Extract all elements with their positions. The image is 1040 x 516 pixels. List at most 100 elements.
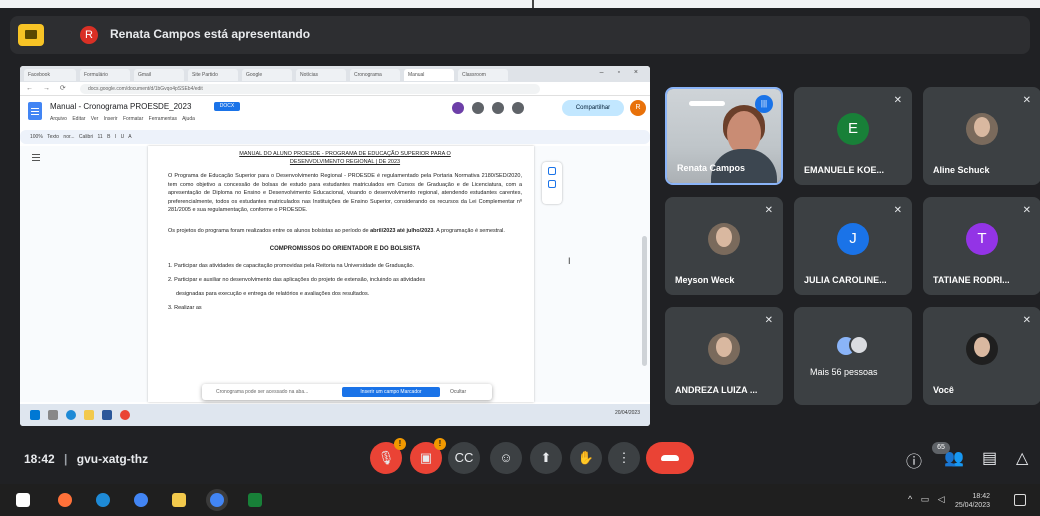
docs-logo-icon[interactable]	[28, 102, 42, 120]
leave-call-button[interactable]	[646, 442, 694, 474]
firefox-icon[interactable]	[58, 493, 72, 507]
doc-title[interactable]: Manual - Cronograma PROESDE_2023	[50, 102, 191, 111]
participant-tile[interactable]: ✕ Meyson Weck	[665, 197, 783, 295]
browser-tab[interactable]: Gmail	[134, 69, 184, 81]
notification-icon[interactable]	[1014, 494, 1026, 506]
text-cursor-icon: I	[568, 256, 571, 266]
share-button[interactable]: Compartilhar	[562, 100, 624, 116]
os-clock[interactable]: 18:42 25/04/2023	[955, 492, 990, 510]
popup-insert-button[interactable]: Inserir um campo Marcador	[342, 387, 440, 397]
doc-area: MANUAL DO ALUNO PROESDE - PROGRAMA DE ED…	[20, 146, 650, 402]
popup-dismiss-button[interactable]: Ocultar	[450, 384, 466, 400]
camera-toggle-button[interactable]: ▣!	[410, 438, 446, 474]
ceiling-light	[689, 101, 725, 106]
tray-icons[interactable]: ^ ▭ ◁	[908, 494, 948, 505]
doc-suggestion-popup: Cronograma pode ser acessado na aba... I…	[202, 384, 492, 400]
word-icon[interactable]	[102, 410, 112, 420]
outline-icon[interactable]	[32, 154, 40, 161]
doc-list-item: designadas para execução e entrega de re…	[176, 290, 370, 297]
more-options-button[interactable]: ⋮	[608, 442, 640, 474]
user-avatar[interactable]: R	[630, 100, 646, 116]
edge-icon[interactable]	[96, 493, 110, 507]
warning-badge-icon: !	[394, 438, 406, 450]
excel-icon[interactable]	[248, 493, 262, 507]
doc-text: Os projetos do programa foram realizados…	[168, 227, 369, 234]
doc-text: . A programação é semestral.	[433, 227, 505, 234]
avatar-stack	[837, 335, 873, 359]
chrome-icon[interactable]	[120, 410, 130, 420]
participant-tile[interactable]: ✕ T TATIANE RODRI...	[923, 197, 1040, 295]
avatar	[966, 113, 998, 145]
avatar	[849, 335, 869, 355]
separator: |	[64, 452, 68, 466]
participant-tile[interactable]: ✕ E EMANUELE KOE...	[794, 87, 912, 185]
avatar	[708, 223, 740, 255]
participant-tile[interactable]: ✕ Aline Schuck	[923, 87, 1040, 185]
doc-heading: MANUAL DO ALUNO PROESDE - PROGRAMA DE ED…	[239, 151, 451, 157]
suggest-edit-icon[interactable]	[548, 180, 556, 188]
doc-paragraph: O Programa de Educação Superior para o D…	[168, 173, 522, 214]
emoji-button[interactable]: ☺	[490, 442, 522, 474]
presenter-text: Renata Campos está apresentando	[110, 27, 311, 41]
browser-tab-active[interactable]: Manual	[404, 69, 454, 81]
more-participants-tile[interactable]: Mais 56 pessoas	[794, 307, 912, 405]
folder-icon[interactable]	[172, 493, 186, 507]
participant-tile[interactable]: ✕ J JULIA CAROLINE...	[794, 197, 912, 295]
participant-name: JULIA CAROLINE...	[804, 275, 887, 285]
presenter-bar: R Renata Campos está apresentando	[10, 16, 1030, 54]
doc-toolbar[interactable]: 100% Texto nor... Calibri 11 B I U A	[20, 130, 650, 144]
activities-icon[interactable]: △	[1016, 448, 1028, 468]
participant-tile-self[interactable]: ✕ Você	[923, 307, 1040, 405]
doc-heading-line2: DESENVOLVIMENTO REGIONAL | DE 2023	[289, 159, 401, 165]
info-icon[interactable]: ⓘ	[906, 448, 922, 472]
gemini-icon[interactable]	[452, 102, 464, 114]
doc-menu-bar[interactable]: Arquivo Editar Ver Inserir Formatar Ferr…	[50, 116, 195, 122]
browser-tab[interactable]: Google	[242, 69, 292, 81]
video-icon[interactable]	[512, 102, 524, 114]
history-icon[interactable]	[472, 102, 484, 114]
search-icon[interactable]	[48, 410, 58, 420]
people-count-badge: 65	[932, 442, 950, 454]
browser-tab[interactable]: Facebook	[24, 69, 76, 81]
folder-icon[interactable]	[18, 24, 44, 46]
os-date: 25/04/2023	[954, 502, 990, 509]
folder-icon[interactable]	[84, 410, 94, 420]
browser-tab[interactable]: Notícias	[296, 69, 346, 81]
doc-side-actions[interactable]	[542, 162, 562, 204]
people-icon[interactable]: 👥 65	[932, 442, 964, 468]
comment-icon[interactable]	[492, 102, 504, 114]
window-controls[interactable]: – ▫ ×	[600, 69, 644, 76]
shared-screen: Facebook Formulário Gmail Site Partido G…	[20, 66, 650, 426]
browser-tab[interactable]: Site Partido	[188, 69, 238, 81]
meeting-code: gvu-xatg-thz	[76, 452, 149, 466]
presenter-avatar: R	[80, 26, 98, 44]
doc-page[interactable]: MANUAL DO ALUNO PROESDE - PROGRAMA DE ED…	[148, 146, 534, 402]
add-comment-icon[interactable]	[548, 167, 556, 175]
chrome-icon[interactable]	[134, 493, 148, 507]
raise-hand-button[interactable]: ✋	[570, 442, 602, 474]
doc-list-item: 1. Participar das atividades de capacita…	[168, 262, 415, 269]
mic-toggle-button[interactable]: 🎙!	[370, 438, 406, 474]
os-taskbar: ^ ▭ ◁ 18:42 25/04/2023	[0, 484, 1040, 516]
participant-tile-renata[interactable]: ||| Renata Campos	[665, 87, 783, 185]
captions-button[interactable]: CC	[448, 442, 480, 474]
meet-control-bar: 18:42 | gvu-xatg-thz 🎙! ▣! CC ☺ ⬆ ✋ ⋮ ⓘ …	[0, 436, 1040, 480]
start-icon[interactable]	[30, 410, 40, 420]
windows-start-icon[interactable]	[16, 493, 30, 507]
chrome-active-icon[interactable]	[210, 493, 224, 507]
participant-name: EMANUELE KOE...	[804, 165, 885, 175]
top-strip-mark	[532, 0, 534, 8]
avatar: T	[966, 223, 998, 255]
nav-arrows-icon[interactable]: ← → ⟳	[26, 84, 70, 92]
browser-tab[interactable]: Formulário	[80, 69, 130, 81]
address-bar[interactable]: docs.google.com/document/d/1bGvqo4pSSEb4…	[80, 84, 540, 94]
browser-tab[interactable]: Cronograma	[350, 69, 400, 81]
edge-icon[interactable]	[66, 410, 76, 420]
chat-icon[interactable]: ▤	[982, 448, 997, 468]
participant-tile[interactable]: ✕ ANDREZA LUIZA ...	[665, 307, 783, 405]
mic-off-icon: ✕	[893, 205, 902, 216]
doc-scrollbar[interactable]	[642, 236, 647, 366]
meeting-time-code: 18:42 | gvu-xatg-thz	[24, 452, 148, 466]
browser-tab[interactable]: Classroom	[458, 69, 508, 81]
present-button[interactable]: ⬆	[530, 442, 562, 474]
